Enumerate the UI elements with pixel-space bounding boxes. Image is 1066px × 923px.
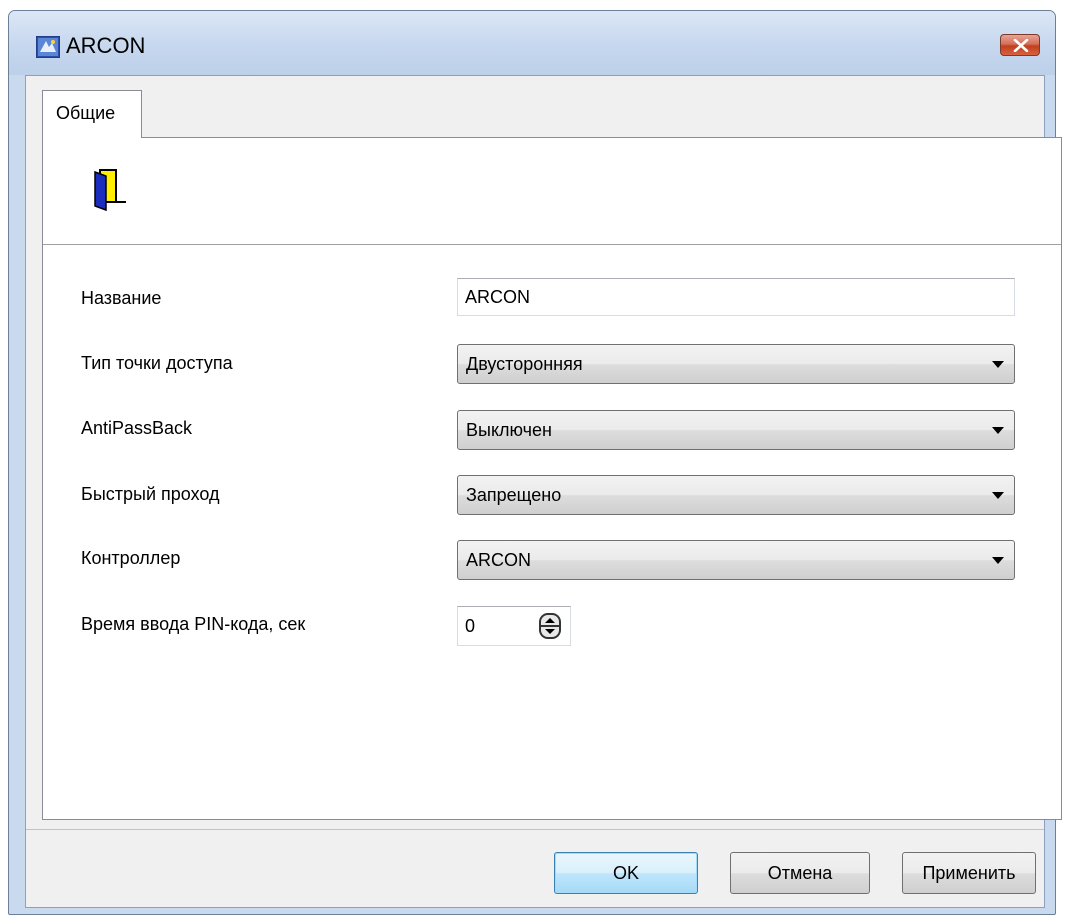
tab-panel-general: Название ARCON Тип точки доступа Двустор… (42, 137, 1062, 820)
dialog-client-area: Общие Название ARCON Тип точки доступа Д… (25, 75, 1062, 908)
name-field-value: ARCON (465, 287, 531, 307)
door-icon (94, 169, 126, 212)
fast-pass-label: Быстрый проход (81, 484, 220, 504)
dialog-window: ARCON Общие Название ARCON Тип точки дос… (8, 10, 1062, 915)
tab-general-label: Общие (56, 103, 116, 123)
close-icon (1013, 39, 1029, 52)
apply-button[interactable]: Применить (902, 852, 1036, 894)
antipassback-select[interactable]: Выключен (457, 410, 1015, 450)
window-title: ARCON (66, 33, 146, 58)
chevron-down-icon (992, 492, 1004, 499)
ok-button[interactable]: OK (554, 852, 698, 894)
antipassback-value: Выключен (466, 420, 552, 440)
header-separator (43, 244, 1061, 245)
chevron-down-icon (992, 427, 1004, 434)
chevron-down-icon (992, 361, 1004, 368)
footer-separator (26, 829, 1044, 830)
close-button[interactable] (1000, 34, 1040, 56)
pin-time-stepper[interactable]: 0 (457, 606, 571, 646)
spin-updown-icon[interactable] (539, 613, 561, 639)
fast-pass-select[interactable]: Запрещено (457, 475, 1015, 515)
name-label: Название (81, 288, 162, 308)
title-bar[interactable]: ARCON (9, 11, 1055, 75)
antipassback-label: AntiPassBack (81, 418, 193, 438)
pin-time-value: 0 (465, 616, 476, 636)
chevron-down-icon (992, 557, 1004, 564)
tab-general[interactable]: Общие (42, 90, 142, 138)
fast-pass-value: Запрещено (466, 485, 562, 505)
access-point-type-select[interactable]: Двусторонняя (457, 344, 1015, 384)
controller-select[interactable]: ARCON (457, 540, 1015, 580)
controller-value: ARCON (466, 550, 532, 570)
arcon-app-icon (36, 36, 60, 58)
name-field[interactable]: ARCON (457, 278, 1015, 316)
pin-time-label: Время ввода PIN-кода, сек (81, 614, 306, 634)
cancel-button[interactable]: Отмена (730, 852, 870, 894)
access-point-type-label: Тип точки доступа (81, 353, 233, 373)
access-point-type-value: Двусторонняя (466, 354, 583, 374)
controller-label: Контроллер (81, 548, 181, 568)
